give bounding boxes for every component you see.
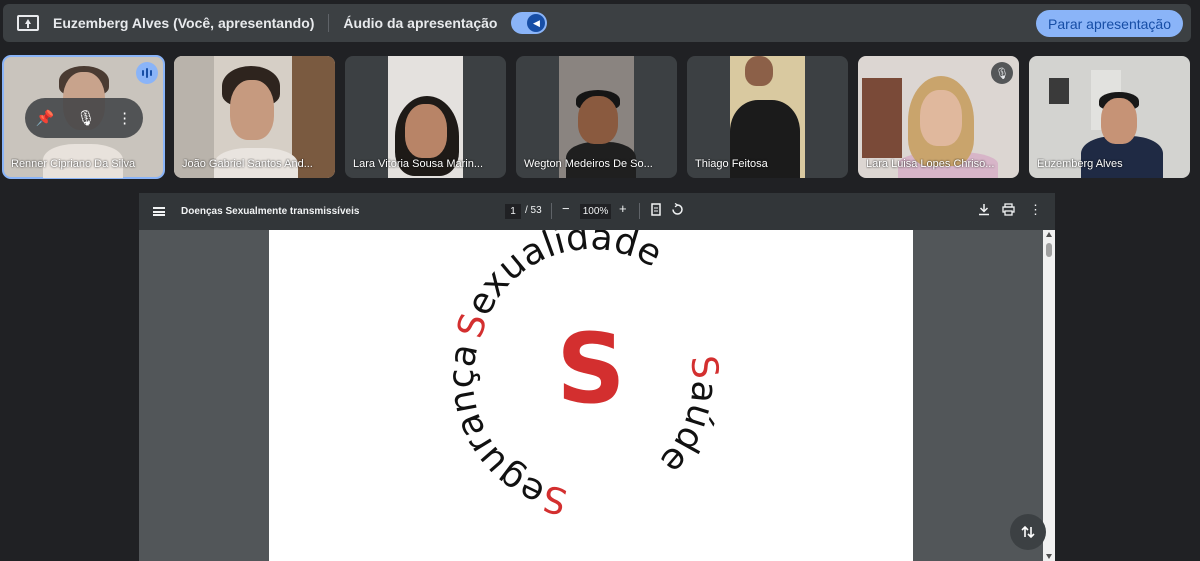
present-screen-icon xyxy=(17,15,39,31)
stop-presenting-button[interactable]: Parar apresentação xyxy=(1036,10,1183,37)
more-options-icon[interactable]: ⋮ xyxy=(1029,202,1042,218)
presenter-label: Euzemberg Alves (Você, apresentando) xyxy=(53,15,315,31)
seguranca-rest: egurança xyxy=(441,341,550,514)
presentation-audio-toggle[interactable]: ◀ xyxy=(511,12,548,34)
pdf-page: Sexualidade Saúde Segurança S xyxy=(269,230,913,561)
center-letter: S xyxy=(556,313,625,425)
presenting-bar: Euzemberg Alves (Você, apresentando) Áud… xyxy=(3,4,1191,42)
print-icon[interactable] xyxy=(1002,203,1015,219)
muted-microphone-icon: 🎙 xyxy=(991,62,1013,84)
tile-controls: 📌 🎙 ⋮ xyxy=(25,98,143,138)
participant-name: Thiago Feitosa xyxy=(695,158,768,170)
zoom-in-button[interactable]: + xyxy=(619,201,627,216)
saude-rest: aúde xyxy=(652,379,725,482)
participant-tile[interactable]: 📌 🎙 ⋮ Renner Cipriano Da Silva xyxy=(2,55,165,179)
participant-name: João Gabriel Santos And... xyxy=(182,158,313,170)
word-seguranca: Segurança xyxy=(441,341,571,522)
participant-name: Lara Vitoria Sousa Marin... xyxy=(353,158,484,170)
pdf-canvas[interactable]: Sexualidade Saúde Segurança S xyxy=(139,230,1055,561)
scroll-thumb[interactable] xyxy=(1046,243,1052,257)
participant-tile[interactable]: Wegton Medeiros De So... xyxy=(516,56,677,178)
participant-name: Wegton Medeiros De So... xyxy=(524,158,653,170)
speaker-icon: ◀ xyxy=(527,14,546,32)
scroll-up-icon[interactable] xyxy=(1046,232,1052,237)
rotate-icon[interactable] xyxy=(671,202,684,219)
participant-name: Euzemberg Alves xyxy=(1037,158,1123,170)
page-number-input[interactable]: 1 xyxy=(505,204,521,219)
swap-arrows-icon xyxy=(1021,525,1035,539)
participant-tile[interactable]: Euzemberg Alves xyxy=(1029,56,1190,178)
presentation-audio-label: Áudio da apresentação xyxy=(343,15,498,31)
word-saude: Saúde xyxy=(652,354,725,482)
swap-layout-button[interactable] xyxy=(1010,514,1046,550)
participant-tile[interactable]: João Gabriel Santos And... xyxy=(174,56,335,178)
scroll-down-icon[interactable] xyxy=(1046,554,1052,559)
microphone-icon[interactable]: 🎙 xyxy=(76,109,95,127)
divider xyxy=(328,14,330,32)
document-title: Doenças Sexualmente transmissíveis xyxy=(181,206,360,217)
pdf-scrollbar[interactable] xyxy=(1043,230,1055,561)
participant-name: Renner Cipriano Da Silva xyxy=(11,158,136,170)
fit-page-icon[interactable] xyxy=(651,203,661,219)
pdf-toolbar: Doenças Sexualmente transmissíveis 1 / 5… xyxy=(139,193,1055,230)
zoom-out-button[interactable]: − xyxy=(562,201,570,216)
speaking-indicator-icon xyxy=(136,62,158,84)
zoom-input[interactable]: 100% xyxy=(580,204,611,219)
slide-graphic: Sexualidade Saúde Segurança S xyxy=(441,230,725,522)
participant-tile[interactable]: 🎙 Lara Luisa Lopes Chriso... xyxy=(858,56,1019,178)
download-icon[interactable] xyxy=(978,203,990,219)
participant-name: Lara Luisa Lopes Chriso... xyxy=(866,158,995,170)
saude-initial: S xyxy=(682,354,725,381)
sexualidade-rest: exualidade xyxy=(459,230,669,322)
participant-tile[interactable]: Thiago Feitosa xyxy=(687,56,848,178)
pin-icon[interactable]: 📌 xyxy=(36,109,55,127)
pdf-viewer: Doenças Sexualmente transmissíveis 1 / 5… xyxy=(139,193,1055,561)
menu-icon[interactable] xyxy=(153,207,165,216)
more-options-icon[interactable]: ⋮ xyxy=(117,109,132,127)
page-total: / 53 xyxy=(525,205,542,216)
participant-video xyxy=(405,104,447,158)
participant-tile[interactable]: Lara Vitoria Sousa Marin... xyxy=(345,56,506,178)
